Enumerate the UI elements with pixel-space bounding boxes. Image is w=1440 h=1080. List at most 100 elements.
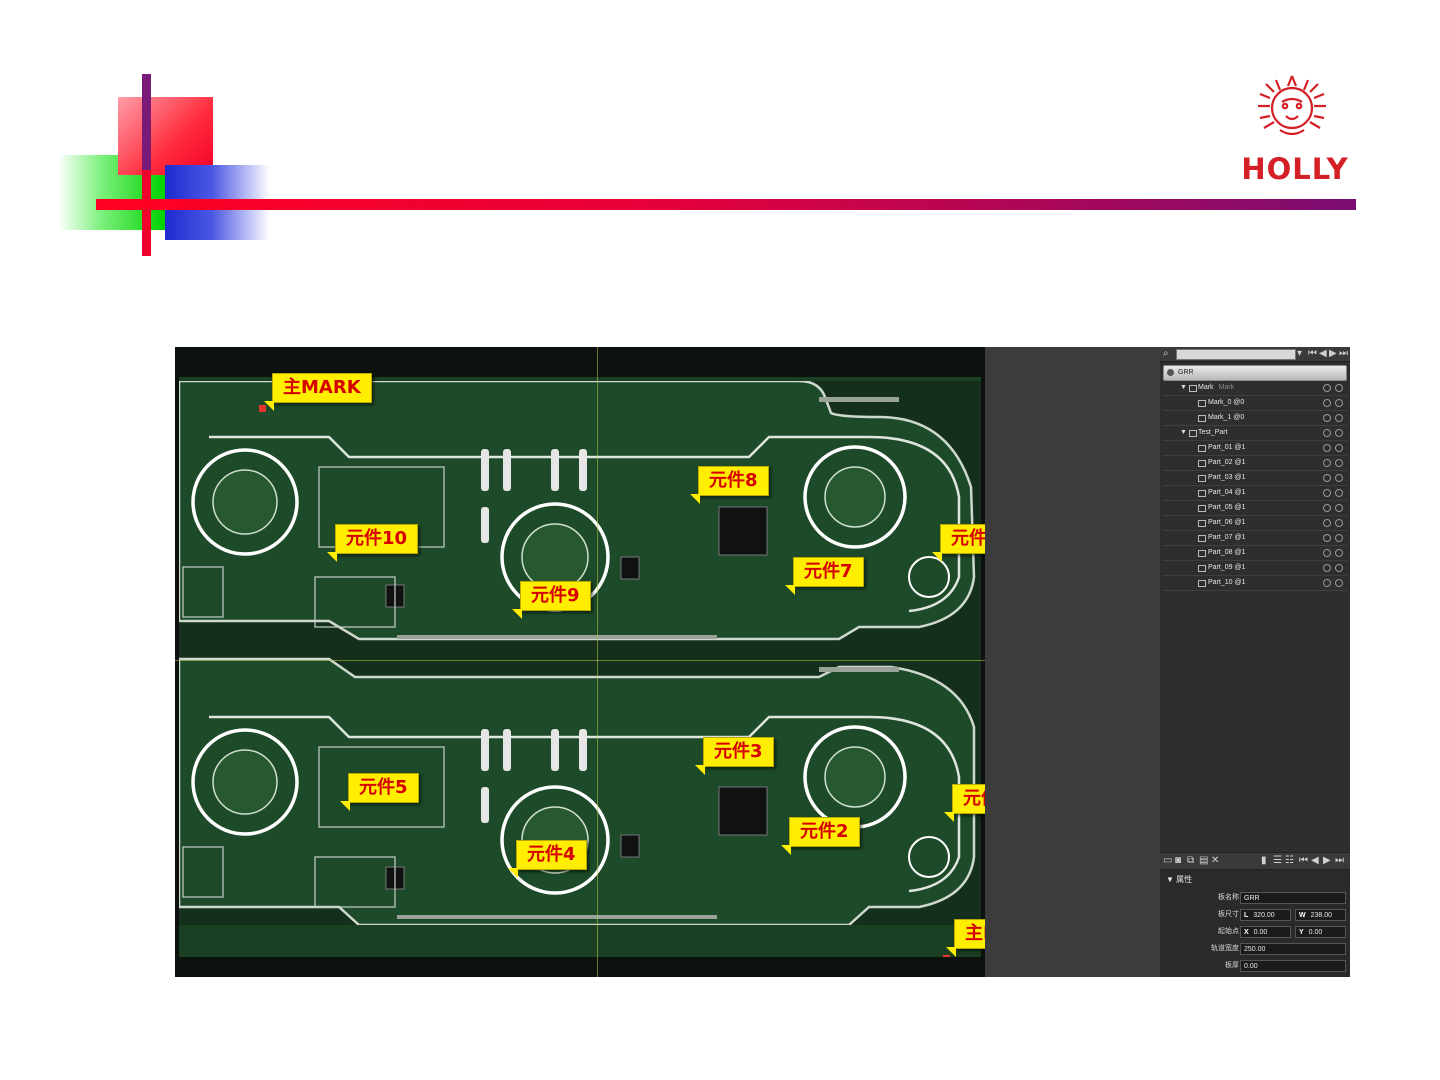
eye-icon[interactable] [1335,474,1343,482]
item-icon [1198,490,1206,497]
lock-icon[interactable] [1323,444,1331,452]
callout-part10: 元件10 [326,524,419,562]
tree-item-part[interactable]: Part_04 @1 [1163,486,1347,501]
folder-icon [1189,385,1197,392]
add-icon[interactable]: ▮ [1261,855,1267,867]
tree-item-part[interactable]: Part_08 @1 [1163,546,1347,561]
copy-icon[interactable]: ⧉ [1187,855,1194,867]
collapse-icon[interactable]: ▼ [1180,381,1187,395]
eye-icon[interactable] [1335,384,1343,392]
tree-item-mark-0[interactable]: Mark_0 @0 [1163,396,1347,411]
board-width-field[interactable]: W 238.00 [1295,909,1346,921]
delete-icon[interactable]: ✕ [1211,855,1219,867]
board-name-field[interactable]: GRR [1240,892,1346,904]
eye-icon[interactable] [1335,564,1343,572]
lock-icon[interactable] [1323,579,1331,587]
properties-panel: ▼ 属性 板名称 GRR 板尺寸 L 320.00 W 238.00 起始点 X 0.… [1160,870,1350,977]
canvas-empty-area [985,347,1160,977]
layers-icon[interactable]: ▤ [1199,855,1208,867]
next-icon[interactable]: ▶ [1329,348,1337,360]
camera-icon[interactable]: ◙ [1175,855,1181,867]
lock-icon[interactable] [1323,489,1331,497]
tree-item-part[interactable]: Part_10 @1 [1163,576,1347,591]
callout-part7: 元件7 [785,557,864,595]
eye-icon[interactable] [1335,579,1343,587]
tree-item-part[interactable]: Part_01 @1 [1163,441,1347,456]
eye-icon[interactable] [1335,549,1343,557]
origin-x-field[interactable]: X 0.00 [1240,926,1291,938]
callout-part9: 元件9 [512,581,591,619]
dropdown-icon[interactable]: ▾ [1297,348,1302,360]
decor-vertical-line [142,74,151,184]
prev-icon[interactable]: ◀ [1319,348,1327,360]
item-icon [1198,415,1206,422]
tree-item-part[interactable]: Part_07 @1 [1163,531,1347,546]
lock-icon[interactable] [1323,399,1331,407]
prop-origin: 起始点 X 0.00 Y 0.00 [1160,925,1350,939]
item-icon [1198,520,1206,527]
component-panel: ⌕ ▾ ⏮ ◀ ▶ ⏭ GRR ▼ Mark Mark Mark_0 @0 Ma… [1160,347,1350,977]
item-icon [1198,460,1206,467]
first-icon[interactable]: ⏮ [1299,855,1308,867]
callout-part5: 元件5 [340,773,419,811]
camera-icon[interactable] [1323,429,1331,437]
lock-icon[interactable] [1323,504,1331,512]
collapse-icon[interactable]: ▼ [1180,426,1187,440]
eye-icon[interactable] [1335,459,1343,467]
callout-part3: 元件3 [695,737,774,775]
eye-icon[interactable] [1335,399,1343,407]
tree-group-test-part[interactable]: ▼ Test_Part [1163,426,1347,441]
tree-item-mark-1[interactable]: Mark_1 @0 [1163,411,1347,426]
first-icon[interactable]: ⏮ [1308,348,1317,360]
tree-item-part[interactable]: Part_09 @1 [1163,561,1347,576]
tree-item-part[interactable]: Part_02 @1 [1163,456,1347,471]
tree-item-part[interactable]: Part_05 @1 [1163,501,1347,516]
callout-part8: 元件8 [690,466,769,504]
callout-part2: 元件2 [781,817,860,855]
item-icon [1198,580,1206,587]
eye-icon[interactable] [1335,519,1343,527]
item-icon [1198,475,1206,482]
lock-icon[interactable] [1323,474,1331,482]
tree-search-input[interactable] [1176,349,1296,360]
prop-rail-width: 轨道宽度 250.00 [1160,942,1350,956]
eye-icon[interactable] [1335,444,1343,452]
eye-icon[interactable] [1335,489,1343,497]
properties-header[interactable]: ▼ 属性 [1166,874,1192,885]
item-icon [1198,505,1206,512]
last-icon[interactable]: ⏭ [1339,348,1348,360]
lock-icon[interactable] [1323,459,1331,467]
thickness-field[interactable]: 0.00 [1240,960,1346,972]
eye-icon[interactable] [1335,534,1343,542]
item-icon [1198,445,1206,452]
eye-icon[interactable] [1335,429,1343,437]
tree-root-node[interactable]: GRR [1163,365,1347,381]
prev-icon[interactable]: ◀ [1311,855,1319,867]
lock-icon[interactable] [1323,414,1331,422]
lock-icon[interactable] [1323,519,1331,527]
tree-toolbar: ⌕ ▾ ⏮ ◀ ▶ ⏭ [1160,347,1350,362]
eye-icon[interactable] [1335,504,1343,512]
window-icon[interactable]: ▭ [1163,855,1172,867]
callout-part4: 元件4 [508,840,587,878]
folder-icon [1189,430,1197,437]
tree-item-part[interactable]: Part_03 @1 [1163,471,1347,486]
tree-item-part[interactable]: Part_06 @1 [1163,516,1347,531]
board-length-field[interactable]: L 320.00 [1240,909,1291,921]
board-view[interactable]: 主MARK 元件8 元件10 元件6 元件7 元件9 元件3 元件5 元件1 元… [175,347,1160,977]
list-icon[interactable]: ☰ [1273,855,1282,867]
search-icon[interactable]: ⌕ [1163,348,1169,360]
camera-icon[interactable] [1323,384,1331,392]
last-icon[interactable]: ⏭ [1335,855,1344,867]
lock-icon[interactable] [1323,564,1331,572]
rail-width-field[interactable]: 250.00 [1240,943,1346,955]
lock-icon[interactable] [1323,534,1331,542]
logo-wordmark: HOLLY [1241,152,1349,186]
tree-group-mark[interactable]: ▼ Mark Mark [1163,381,1347,396]
next-icon[interactable]: ▶ [1323,855,1331,867]
lock-icon[interactable] [1323,549,1331,557]
eye-icon[interactable] [1335,414,1343,422]
board-icon [1167,369,1174,376]
origin-y-field[interactable]: Y 0.00 [1295,926,1346,938]
list-alt-icon[interactable]: ☷ [1285,855,1294,867]
